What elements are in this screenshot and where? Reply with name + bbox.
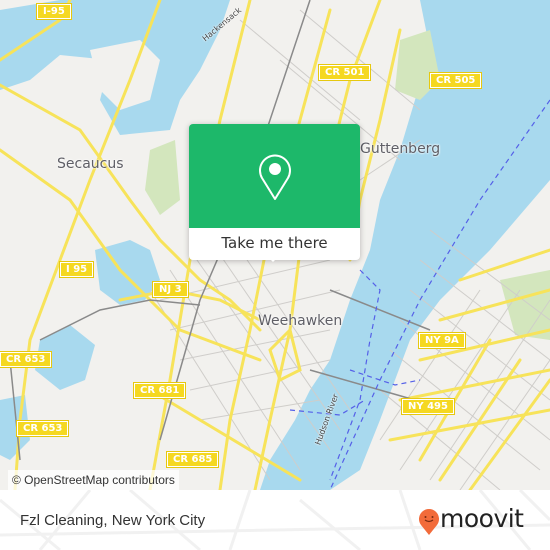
road-shield-ny9a: NY 9A: [418, 332, 466, 349]
park-central: [500, 270, 550, 340]
road-shield-i95-north: I-95: [36, 3, 72, 20]
popup-header: [189, 124, 360, 228]
road-shield-i95: I 95: [58, 261, 95, 278]
road-shield-cr685: CR 685: [165, 451, 220, 468]
road-shield-cr653-b: CR 653: [15, 420, 70, 437]
moovit-smiley-pin-icon: [419, 509, 439, 535]
place-label-weehawken: Weehawken: [258, 313, 343, 329]
road-shield-nj3: NJ 3: [152, 281, 189, 298]
map-pin-icon: [259, 154, 291, 200]
road-shield-ny495: NY 495: [401, 398, 455, 415]
road-shield-cr505: CR 505: [428, 72, 483, 89]
road-shield-cr681: CR 681: [132, 382, 187, 399]
park-2: [145, 140, 180, 215]
map-attribution[interactable]: © OpenStreetMap contributors: [8, 470, 179, 490]
popup-pointer: [265, 254, 281, 262]
moovit-wordmark: moovit: [440, 504, 524, 533]
road-shield-cr653-a: CR 653: [0, 351, 53, 368]
map[interactable]: Secaucus Guttenberg Weehawken Hackensack…: [0, 0, 550, 490]
location-popup: Take me there: [189, 124, 360, 262]
place-title: Fzl Cleaning, New York City: [20, 512, 206, 529]
place-label-secaucus: Secaucus: [57, 156, 124, 172]
road-shield-cr501: CR 501: [317, 64, 372, 81]
place-label-guttenberg: Guttenberg: [360, 141, 441, 157]
footer: Fzl Cleaning, New York City moovit: [0, 490, 550, 550]
